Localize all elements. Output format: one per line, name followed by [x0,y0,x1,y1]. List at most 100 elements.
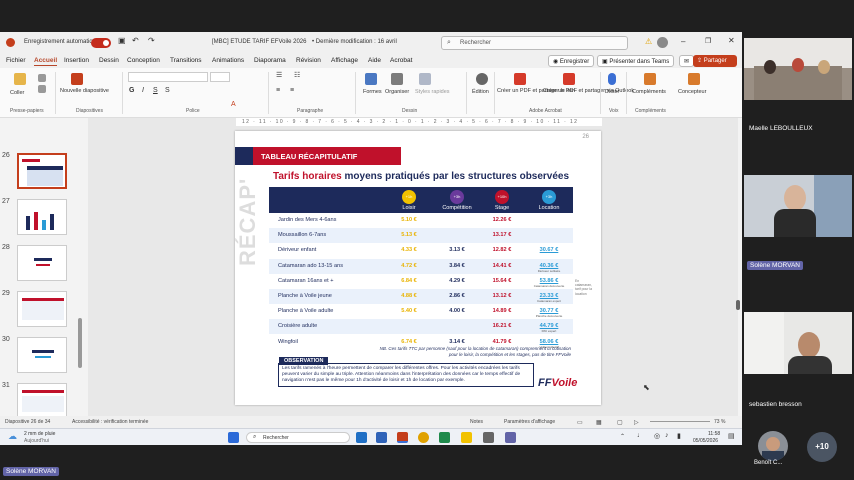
arrange-icon[interactable] [391,73,403,85]
folder-icon[interactable] [461,432,472,443]
excel-icon[interactable] [439,432,450,443]
shapes-label[interactable]: Formes [363,89,382,95]
align-left-icon[interactable]: ≡ [276,87,280,94]
menu-dessin[interactable]: Dessin [99,57,119,64]
pdf-share-icon[interactable] [514,73,526,85]
present-teams-button[interactable]: ▣ Présenter dans Teams [597,55,675,67]
close-icon[interactable]: ✕ [728,36,735,45]
tray-chevron-icon[interactable]: ⌃ [620,433,625,440]
designer-icon[interactable] [688,73,700,85]
underline-icon[interactable]: S [153,87,158,94]
shapes-icon[interactable] [365,73,377,85]
font-family-select[interactable] [128,72,208,82]
pdf-outlook-icon[interactable] [563,73,575,85]
participant-video-3[interactable] [744,312,852,374]
taskbar-search[interactable]: ⌕ Rechercher [246,432,350,443]
autosave-toggle[interactable] [91,38,111,48]
dictate-label[interactable]: Dicter [605,89,619,95]
cut-icon[interactable] [38,74,46,82]
new-slide-icon[interactable] [71,73,83,85]
menu-transitions[interactable]: Transitions [170,57,202,64]
battery-icon[interactable]: ▮ [677,432,681,440]
numbering-icon[interactable]: ☷ [294,71,300,79]
comments-icon[interactable]: ✉ [679,55,695,67]
clock-time[interactable]: 11:58 [708,431,720,437]
reading-view-icon[interactable]: ▢ [617,419,623,426]
menu-accueil[interactable]: Accueil [34,57,58,66]
bold-icon[interactable]: G [129,87,134,94]
slide-canvas[interactable]: 26 TABLEAU RÉCAPITULATIF Tarifs horaires… [235,131,601,405]
paste-icon[interactable] [14,73,26,85]
strikethrough-icon[interactable]: S [165,87,170,94]
save-icon[interactable]: ▣ [118,36,126,45]
zoom-level[interactable]: 73 % [714,419,725,425]
paste-label[interactable]: Coller [10,90,24,96]
thumbnail-scrollbar[interactable] [78,318,82,368]
microphone-icon[interactable] [608,73,616,85]
start-icon[interactable] [228,432,239,443]
designer-label[interactable]: Concepteur [678,89,706,95]
share-button[interactable]: ⇪ Partager [693,55,737,67]
volume-icon[interactable]: ♪ [665,432,669,439]
align-center-icon[interactable]: ≡ [290,87,294,94]
clock-date[interactable]: 05/05/2026 [693,438,718,444]
participant-avatar-4[interactable] [758,431,788,461]
outlook-icon[interactable] [356,432,367,443]
addins-label[interactable]: Compléments [632,89,666,95]
pdf-share-label[interactable]: Créer un PDF et partager le lien [497,88,575,94]
bullets-icon[interactable]: ☰ [276,71,282,79]
arrange-label[interactable]: Organiser [385,89,409,95]
edition-icon[interactable] [476,73,488,85]
italic-icon[interactable]: I [142,87,144,94]
slideshow-view-icon[interactable]: ▷ [634,419,639,426]
search-input[interactable]: ⌕ Rechercher [441,36,628,50]
participant-video-1[interactable] [744,38,852,100]
notes-button[interactable]: Notes [470,419,483,425]
undo-icon[interactable]: ↶ [132,36,139,45]
slide-thumbnail-31[interactable] [17,383,67,419]
display-settings-button[interactable]: Paramètres d'affichage [504,419,555,425]
teams-icon[interactable] [505,432,516,443]
vertical-scrollbar[interactable] [736,300,740,310]
quick-styles-label[interactable]: Styles rapides [415,89,450,95]
menu-diaporama[interactable]: Diaporama [254,57,286,64]
microphone-tray-icon[interactable]: ♩ [637,432,644,439]
slide-thumbnail-30[interactable] [17,337,67,373]
normal-view-icon[interactable]: ▭ [577,419,583,426]
user-avatar[interactable] [657,37,668,48]
app-icon[interactable] [483,432,494,443]
menu-insertion[interactable]: Insertion [64,57,89,64]
redo-icon[interactable]: ↷ [148,36,155,45]
pdf-outlook-label[interactable]: Créer un PDF et partager via Outlook [543,88,634,94]
new-slide-label[interactable]: Nouvelle diapositive [60,88,109,94]
slide-thumbnail-29[interactable] [17,291,67,327]
last-modified[interactable]: • Dernière modification : 16 avril [312,39,397,45]
quick-styles-icon[interactable] [419,73,431,85]
slide-thumbnail-28[interactable] [17,245,67,281]
more-participants-button[interactable]: +10 [807,432,837,462]
menu-animations[interactable]: Animations [212,57,244,64]
sorter-view-icon[interactable]: ▦ [596,419,602,426]
menu-affichage[interactable]: Affichage [331,57,358,64]
font-size-select[interactable] [210,72,230,82]
zoom-slider[interactable] [650,421,710,422]
edition-label[interactable]: Édition [472,89,489,95]
chrome-icon[interactable] [418,432,429,443]
slide-thumbnail-26[interactable] [17,153,67,189]
participant-video-2[interactable] [744,175,852,237]
copy-icon[interactable] [38,85,46,93]
menu-revision[interactable]: Révision [296,57,321,64]
weather-text[interactable]: 2 mm de pluie [24,431,55,437]
wifi-icon[interactable]: ◎ [654,432,660,440]
addins-icon[interactable] [644,73,656,85]
maximize-icon[interactable]: ❐ [705,37,711,45]
minimize-icon[interactable]: – [681,37,685,46]
save-button[interactable]: ◉ Enregistrer [548,55,595,67]
warning-icon[interactable]: ⚠ [645,37,652,46]
menu-acrobat[interactable]: Acrobat [390,57,412,64]
accessibility-status[interactable]: Accessibilité : vérification terminée [72,419,148,425]
powerpoint-taskbar-icon[interactable] [397,432,408,443]
menu-aide[interactable]: Aide [368,57,381,64]
menu-conception[interactable]: Conception [127,57,160,64]
notification-icon[interactable]: ▤ [728,432,735,440]
